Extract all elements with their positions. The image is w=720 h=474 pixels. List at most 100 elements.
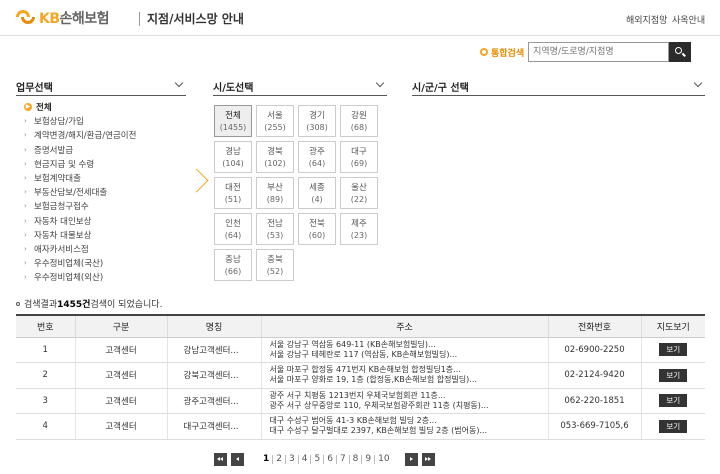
integrated-search: 통합검색 xyxy=(480,42,692,62)
table-row: 4 고객센터 대구고객센터... 대구 수성구 범어동 41-3 KB손해보험 … xyxy=(16,413,705,440)
header-divider xyxy=(139,12,140,26)
business-item[interactable]: › 계약변경/해지/환급/연금이전 xyxy=(24,128,136,142)
header: KB손해보험 지점/서비스망 안내 해외지점망 사옥안내 xyxy=(0,0,720,36)
result-table: 번호 구분 명칭 주소 전화번호 지도보기 1 고객센터 강남고객센터... 서… xyxy=(16,314,705,440)
map-view-button[interactable]: 보기 xyxy=(659,343,688,357)
page-link-current[interactable]: 1 xyxy=(260,454,274,464)
kb-logo[interactable]: KB손해보험 xyxy=(16,8,110,28)
row-type: 고객센터 xyxy=(75,388,168,414)
prev-page-icon[interactable] xyxy=(231,452,244,466)
business-item[interactable]: › 애자카서비스점 xyxy=(24,242,136,256)
arrow-right-icon: › xyxy=(24,188,27,197)
row-name[interactable]: 대구고객센터... xyxy=(167,413,262,440)
page-link[interactable]: 8 xyxy=(350,454,363,464)
region-button[interactable]: 경북 (102) xyxy=(256,141,294,173)
region-button[interactable]: 대전 (51) xyxy=(214,177,252,209)
page-link[interactable]: 7 xyxy=(337,454,350,464)
business-item-all[interactable]: ▶ 전체 xyxy=(24,100,136,114)
region-select-header[interactable]: 시/도선택 xyxy=(213,76,387,96)
row-map: 보기 xyxy=(641,388,705,414)
row-name[interactable]: 강남고객센터... xyxy=(167,337,262,363)
region-button[interactable]: 충남 (66) xyxy=(214,249,252,281)
search-bullet-icon xyxy=(480,48,488,56)
result-count: 1455건 xyxy=(57,300,91,310)
row-address: 대구 수성구 범어동 41-3 KB손해보험 빌딩 2층... 대구 수성구 달구… xyxy=(261,413,549,440)
map-view-button[interactable]: 보기 xyxy=(659,368,688,382)
region-button[interactable]: 경기 (308) xyxy=(298,105,336,137)
page-link[interactable]: 10 xyxy=(375,454,392,464)
row-phone: 053-669-7105,6 xyxy=(548,413,642,440)
arrow-right-icon: › xyxy=(24,216,27,225)
row-phone: 062-220-1851 xyxy=(548,388,642,414)
table-row: 3 고객센터 광주고객센터... 광주 서구 치평동 1213번지 우체국보험회… xyxy=(16,388,705,414)
first-page-icon[interactable] xyxy=(214,452,227,466)
region-button[interactable]: 대구 (69) xyxy=(340,141,378,173)
office-building-link[interactable]: 사옥안내 xyxy=(672,13,705,26)
region-button[interactable]: 부산 (89) xyxy=(256,177,294,209)
business-item[interactable]: › 증명서발급 xyxy=(24,143,136,157)
region-button[interactable]: 광주 (64) xyxy=(298,141,336,173)
last-page-icon[interactable] xyxy=(421,452,435,466)
district-select-header[interactable]: 시/군/구 선택 xyxy=(412,76,705,96)
col-header-phone: 전화번호 xyxy=(548,314,642,338)
business-item[interactable]: › 자동차 대인보상 xyxy=(24,214,136,228)
region-button[interactable]: 세종 (4) xyxy=(298,177,336,209)
region-button[interactable]: 인천 (64) xyxy=(214,213,252,245)
search-icon xyxy=(675,47,683,54)
next-page-icon[interactable] xyxy=(404,452,418,466)
table-row: 1 고객센터 강남고객센터... 서울 강남구 역삼동 649-11 (KB손해… xyxy=(16,337,705,363)
arrow-right-icon: › xyxy=(24,145,27,154)
table-row: 2 고객센터 강북고객센터... 서울 마포구 합정동 471번지 KB손해보험… xyxy=(16,362,705,389)
row-address: 광주 서구 치평동 1213번지 우체국보험회관 11층... 광주 서구 상무중… xyxy=(261,388,549,414)
business-select-header[interactable]: 업무선택 xyxy=(16,76,186,96)
business-item[interactable]: › 현금지급 및 수령 xyxy=(24,157,136,171)
page-link[interactable]: 6 xyxy=(324,454,337,464)
region-grid: 전체 (1455) 서울 (255) 경기 (308) 강원 (68) 경남 (104) … xyxy=(214,105,384,281)
map-view-button[interactable]: 보기 xyxy=(659,419,688,433)
business-item[interactable]: › 우수정비업체(외산) xyxy=(24,270,136,284)
arrow-right-icon: › xyxy=(24,174,27,183)
arrow-right-icon: › xyxy=(24,117,27,126)
page-link[interactable]: 3 xyxy=(286,454,299,464)
logo-brand-text: 손해보험 xyxy=(59,11,110,27)
row-name[interactable]: 강북고객센터... xyxy=(167,362,262,389)
page-link[interactable]: 4 xyxy=(299,454,312,464)
region-button[interactable]: 충북 (52) xyxy=(256,249,294,281)
region-button[interactable]: 강원 (68) xyxy=(340,105,378,137)
page-link[interactable]: 5 xyxy=(311,454,325,464)
region-button[interactable]: 제주 (23) xyxy=(340,213,378,245)
region-button[interactable]: 전남 (53) xyxy=(256,213,294,245)
business-item[interactable]: › 부동산담보/전세대출 xyxy=(24,185,136,199)
table-header-row: 번호 구분 명칭 주소 전화번호 지도보기 xyxy=(16,314,705,338)
row-map: 보기 xyxy=(641,413,705,440)
row-no: 3 xyxy=(16,388,76,414)
search-button[interactable] xyxy=(669,42,692,62)
region-button[interactable]: 경남 (104) xyxy=(214,141,252,173)
row-no: 1 xyxy=(16,337,76,363)
row-phone: 02-6900-2250 xyxy=(548,337,642,363)
page-link[interactable]: 2 xyxy=(273,454,286,464)
row-no: 2 xyxy=(16,362,76,389)
col-header-no: 번호 xyxy=(16,314,76,338)
chevron-right-icon xyxy=(193,168,207,194)
business-item[interactable]: › 자동차 대물보상 xyxy=(24,228,136,242)
search-label: 통합검색 xyxy=(491,48,525,59)
arrow-right-icon: › xyxy=(24,230,27,239)
search-input[interactable] xyxy=(528,42,670,62)
region-button[interactable]: 전북 (60) xyxy=(298,213,336,245)
map-view-button[interactable]: 보기 xyxy=(659,394,688,408)
region-button[interactable]: 울산 (22) xyxy=(340,177,378,209)
row-name[interactable]: 광주고객센터... xyxy=(167,388,262,414)
col-header-address: 주소 xyxy=(261,314,549,338)
region-button[interactable]: 전체 (1455) xyxy=(214,105,252,137)
business-item[interactable]: › 보험상담/가입 xyxy=(24,114,136,128)
row-no: 4 xyxy=(16,413,76,440)
row-address: 서울 강남구 역삼동 649-11 (KB손해보험빌딩)... 서울 강남구 테헤… xyxy=(261,337,549,363)
region-button[interactable]: 서울 (255) xyxy=(256,105,294,137)
row-map: 보기 xyxy=(641,362,705,389)
business-item[interactable]: › 보험금청구접수 xyxy=(24,199,136,213)
business-item[interactable]: › 우수정비업체(국산) xyxy=(24,256,136,270)
row-phone: 02-2124-9420 xyxy=(548,362,642,389)
page-link[interactable]: 9 xyxy=(362,454,376,464)
business-item[interactable]: › 보험계약대출 xyxy=(24,171,136,185)
